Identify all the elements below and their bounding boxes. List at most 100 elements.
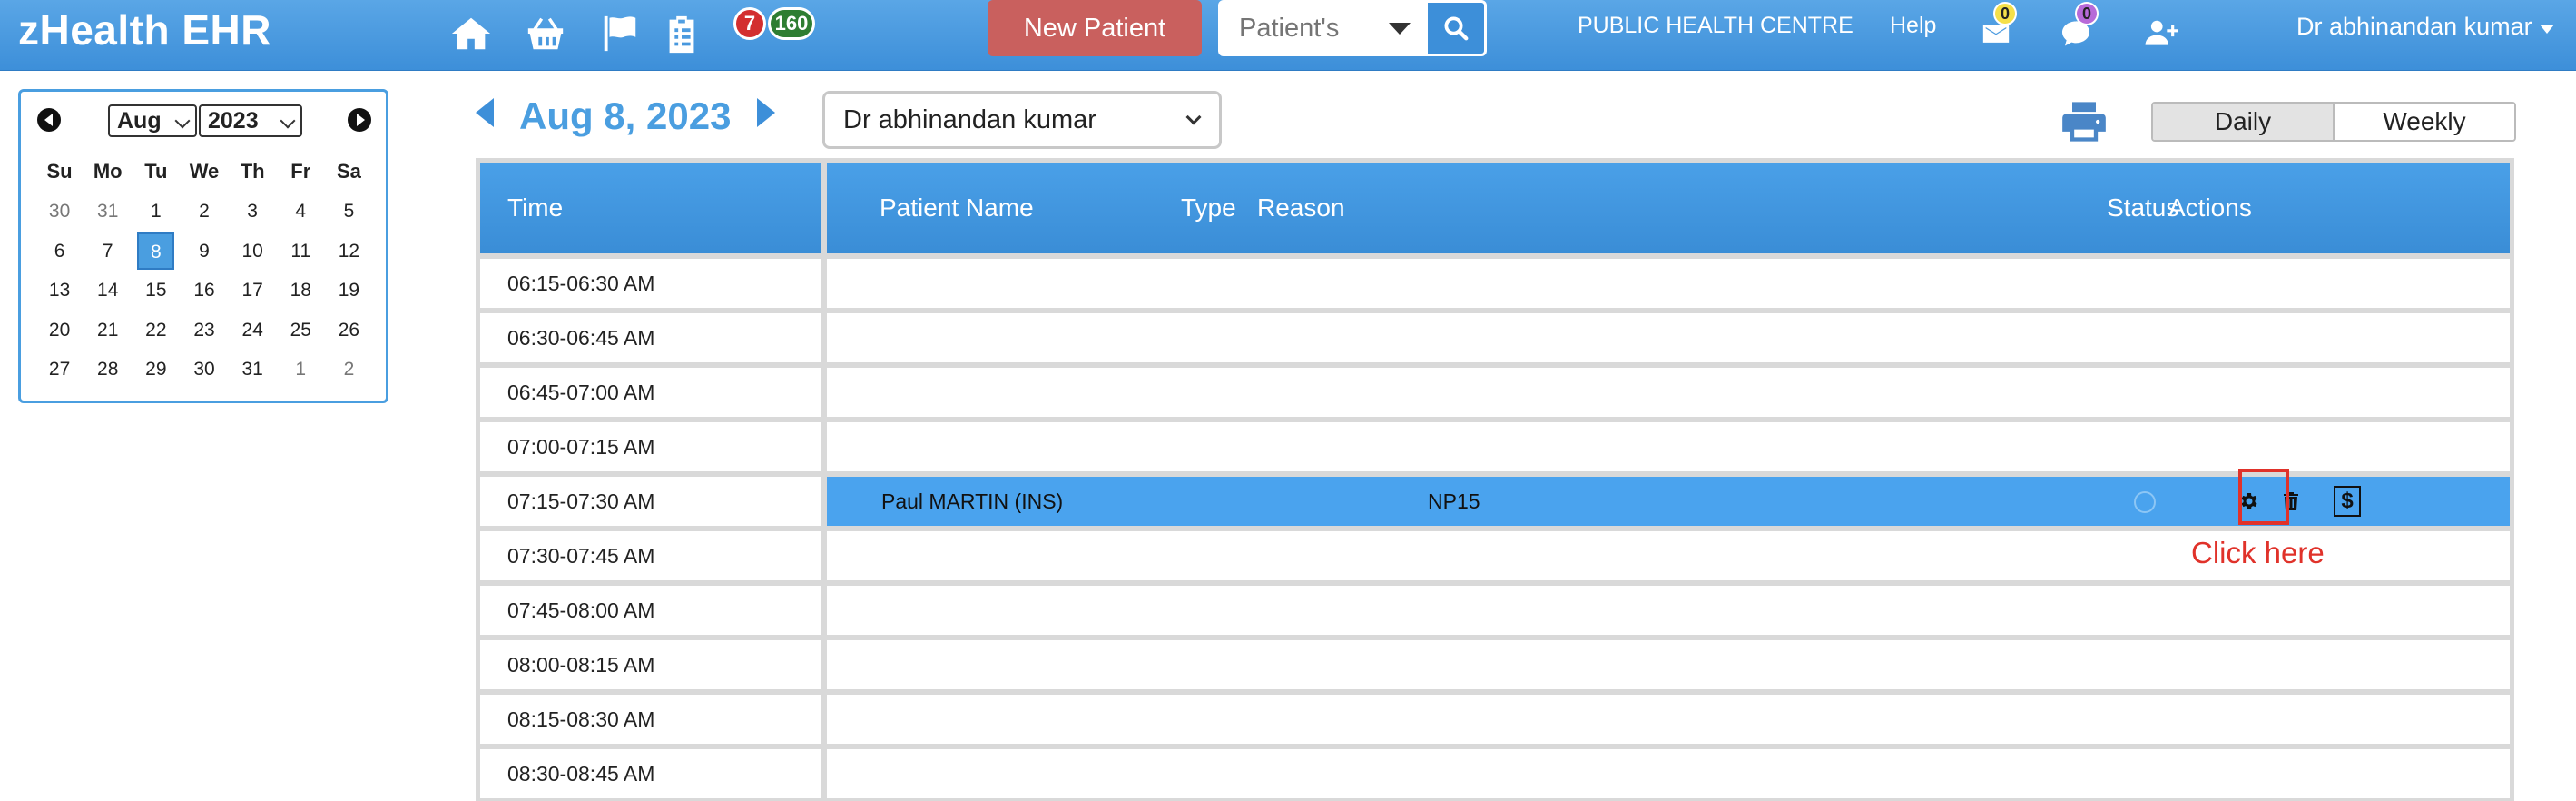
calendar-day[interactable]: 2: [180, 192, 228, 232]
next-day-button[interactable]: [757, 98, 775, 127]
search-type-dropdown[interactable]: [1372, 3, 1428, 54]
calendar-day[interactable]: 11: [277, 232, 325, 272]
caret-down-icon: [2539, 24, 2554, 34]
next-month-button[interactable]: [348, 108, 371, 132]
calendar-day[interactable]: 4: [277, 192, 325, 232]
provider-select[interactable]: Dr abhinandan kumar: [822, 91, 1222, 149]
reason-header: Reason: [1257, 193, 1345, 222]
calendar-day[interactable]: 23: [180, 311, 228, 351]
time-slot-label: 08:15-08:30 AM: [480, 695, 821, 744]
view-toggle: Daily Weekly: [2151, 102, 2516, 142]
weekly-view-button[interactable]: Weekly: [2335, 104, 2514, 140]
calendar-day[interactable]: 13: [35, 271, 84, 311]
time-slot-label: 07:15-07:30 AM: [480, 477, 821, 526]
printer-icon: [2062, 102, 2106, 142]
help-link[interactable]: Help: [1890, 13, 1936, 39]
calendar-day[interactable]: 7: [84, 232, 132, 272]
alerts-badge[interactable]: 7: [733, 7, 766, 40]
actions-header: Actions: [2168, 193, 2252, 222]
calendar-day[interactable]: 6: [35, 232, 84, 272]
chat-button[interactable]: 0: [2051, 2, 2100, 58]
clipboard-icon[interactable]: [657, 9, 706, 58]
user-menu[interactable]: Dr abhinandan kumar: [2296, 13, 2554, 41]
billing-button[interactable]: $: [2334, 486, 2361, 517]
appointment-columns-header: Patient Name Type Reason Status Actions: [827, 163, 2510, 253]
mail-count-badge: 0: [1993, 2, 2017, 25]
home-icon[interactable]: [447, 9, 496, 58]
empty-slot-cell[interactable]: [827, 422, 2510, 471]
calendar-day[interactable]: 26: [325, 311, 373, 351]
tasks-badge[interactable]: 160: [768, 7, 815, 40]
empty-slot-cell[interactable]: [827, 586, 2510, 635]
user-name: Dr abhinandan kumar: [2296, 13, 2532, 40]
calendar-day[interactable]: 12: [325, 232, 373, 272]
calendar-day[interactable]: 31: [84, 192, 132, 232]
add-user-button[interactable]: [2137, 9, 2186, 58]
time-slot-row[interactable]: 07:00-07:15 AM: [480, 422, 2510, 471]
messages-button[interactable]: 0: [1971, 2, 2020, 58]
calendar-day[interactable]: 30: [180, 350, 228, 390]
calendar-day[interactable]: 18: [277, 271, 325, 311]
flag-icon[interactable]: [595, 9, 644, 58]
calendar-day[interactable]: 16: [180, 271, 228, 311]
calendar-day[interactable]: 24: [229, 311, 277, 351]
calendar-day[interactable]: 21: [84, 311, 132, 351]
print-button[interactable]: [2060, 98, 2108, 145]
calendar-day[interactable]: 28: [84, 350, 132, 390]
time-slot-row[interactable]: 07:15-07:30 AM Paul MARTIN (INS) NP15 $: [480, 477, 2510, 526]
app-logo[interactable]: zHealth EHR: [18, 5, 271, 54]
chat-count-badge: 0: [2075, 2, 2099, 25]
calendar-day[interactable]: 17: [229, 271, 277, 311]
empty-slot-cell[interactable]: [827, 640, 2510, 689]
status-icon[interactable]: [2134, 491, 2156, 513]
prev-day-button[interactable]: [476, 98, 494, 127]
basket-icon[interactable]: [521, 9, 570, 58]
calendar-day[interactable]: 20: [35, 311, 84, 351]
empty-slot-cell[interactable]: [827, 749, 2510, 798]
calendar-day[interactable]: 25: [277, 311, 325, 351]
calendar-day[interactable]: 22: [132, 311, 180, 351]
year-select[interactable]: 2023: [199, 104, 302, 137]
calendar-day[interactable]: 30: [35, 192, 84, 232]
calendar-day[interactable]: 19: [325, 271, 373, 311]
calendar-day[interactable]: 9: [180, 232, 228, 272]
empty-slot-cell[interactable]: [827, 368, 2510, 417]
calendar-day[interactable]: 1: [277, 350, 325, 390]
weekday-label: Mo: [93, 160, 123, 183]
time-slot-row[interactable]: 08:30-08:45 AM: [480, 749, 2510, 798]
patient-search-input[interactable]: [1221, 3, 1372, 54]
chevron-down-icon: [174, 113, 191, 129]
calendar-day[interactable]: 10: [229, 232, 277, 272]
calendar-day[interactable]: 1: [132, 192, 180, 232]
calendar-day-selected[interactable]: 8: [137, 232, 175, 270]
new-patient-button[interactable]: New Patient: [988, 0, 1202, 56]
calendar-day[interactable]: 31: [229, 350, 277, 390]
time-slot-row[interactable]: 06:30-06:45 AM: [480, 313, 2510, 362]
time-slot-row[interactable]: 08:15-08:30 AM: [480, 695, 2510, 744]
weekday-label: Sa: [336, 160, 361, 183]
facility-link[interactable]: PUBLIC HEALTH CENTRE: [1578, 13, 1853, 39]
mini-calendar: Aug 2023 Su Mo Tu We Th Fr Sa 30 31 1 2 3 4 5 6 7 8 9 10 11…: [18, 89, 388, 403]
empty-slot-cell[interactable]: [827, 313, 2510, 362]
calendar-day[interactable]: 5: [325, 192, 373, 232]
calendar-day[interactable]: 27: [35, 350, 84, 390]
empty-slot-cell[interactable]: [827, 695, 2510, 744]
current-date: Aug 8, 2023: [519, 94, 732, 137]
appointment-patient-name[interactable]: Paul MARTIN (INS): [881, 477, 1063, 526]
time-slot-row[interactable]: 07:45-08:00 AM: [480, 586, 2510, 635]
search-button[interactable]: [1428, 3, 1484, 54]
calendar-day[interactable]: 14: [84, 271, 132, 311]
prev-month-button[interactable]: [37, 108, 61, 132]
time-slot-row[interactable]: 08:00-08:15 AM: [480, 640, 2510, 689]
calendar-day[interactable]: 3: [229, 192, 277, 232]
calendar-day[interactable]: 29: [132, 350, 180, 390]
schedule-header: Time Patient Name Type Reason Status Act…: [480, 163, 2510, 253]
time-slot-row[interactable]: 06:15-06:30 AM: [480, 259, 2510, 308]
calendar-day[interactable]: 2: [325, 350, 373, 390]
empty-slot-cell[interactable]: [827, 259, 2510, 308]
month-select[interactable]: Aug: [108, 104, 197, 137]
calendar-day[interactable]: 15: [132, 271, 180, 311]
time-slot-row[interactable]: 06:45-07:00 AM: [480, 368, 2510, 417]
calendar-header: Aug 2023: [21, 104, 386, 137]
daily-view-button[interactable]: Daily: [2153, 104, 2335, 140]
